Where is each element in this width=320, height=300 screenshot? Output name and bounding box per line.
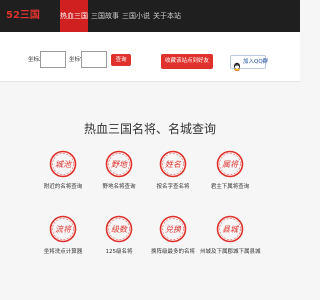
feature-label: 野地名将查询	[102, 184, 136, 190]
site-logo[interactable]: 52三国	[6, 9, 40, 23]
svg-text:流将: 流将	[55, 225, 72, 234]
feature-label: 君主下属将查询	[210, 184, 250, 190]
join-qq-group-button[interactable]: 加入QQ群	[230, 55, 269, 71]
svg-text:县城: 县城	[222, 225, 239, 234]
feature-label: 附近的名将查询	[43, 184, 83, 190]
feature-item[interactable]: 级数 125级名将	[89, 215, 149, 265]
feature-item[interactable]: 兑换换阵级最多的名将	[143, 215, 203, 265]
seal-level-icon: 级数	[105, 215, 133, 243]
feature-label: 换阵级最多的名将	[150, 249, 195, 255]
feature-item[interactable]: 野地 野地名将查询	[89, 150, 149, 200]
query-button[interactable]: 查询	[111, 54, 131, 66]
svg-text:城池: 城池	[55, 160, 72, 169]
join-qq-group-label: 加入QQ群	[243, 59, 269, 65]
seal-city-icon: 城池	[49, 150, 77, 178]
nav-item-about[interactable]: 关于本站	[153, 0, 181, 32]
nav-item-sanguo-stories[interactable]: 三国故事	[91, 0, 119, 32]
feature-item[interactable]: 城池 附近的名将查询	[33, 150, 93, 200]
nav-item-sanguo-novels[interactable]: 三国小说	[122, 0, 150, 32]
seal-wild-icon: 野地	[105, 150, 133, 178]
seal-name-icon: 姓名	[159, 150, 187, 178]
feature-label: 坐将洗点计算器	[43, 249, 83, 255]
feature-label: 按名字查名将	[156, 184, 190, 190]
svg-text:级数: 级数	[111, 225, 128, 234]
svg-text:姓名: 姓名	[165, 160, 182, 169]
seal-exchange-icon: 兑换	[159, 215, 187, 243]
nav-item-rexue-sanguo[interactable]: 热血三国	[60, 0, 88, 32]
svg-text:兑换: 兑换	[165, 225, 182, 234]
seal-calc-icon: 流将	[49, 215, 77, 243]
feature-item[interactable]: 县城州城及下属郡城下属县城	[200, 215, 261, 265]
svg-text:野地: 野地	[111, 160, 128, 169]
qq-group-icon	[232, 57, 242, 71]
page-title: 热血三国名将、名城查询	[83, 122, 216, 136]
feature-label: 州城及下属郡城下属县城	[200, 249, 261, 255]
feature-item[interactable]: 姓名 按名字查名将	[143, 150, 203, 200]
coord-x-input[interactable]	[40, 51, 66, 68]
top-nav-bar: 52三国 热血三国 三国故事 三国小说 关于本站	[0, 0, 300, 32]
coord-y-input[interactable]	[81, 51, 107, 68]
bookmark-button[interactable]: 收藏该站点到好友	[161, 54, 213, 69]
feature-label: 125级名将	[105, 249, 133, 255]
seal-subordinate-icon: 属将	[216, 150, 244, 178]
svg-text:属将: 属将	[222, 160, 239, 169]
feature-item[interactable]: 属将 君主下属将查询	[200, 150, 260, 200]
feature-item[interactable]: 流将 坐将洗点计算器	[33, 215, 93, 265]
seal-county-icon: 县城	[216, 215, 244, 243]
